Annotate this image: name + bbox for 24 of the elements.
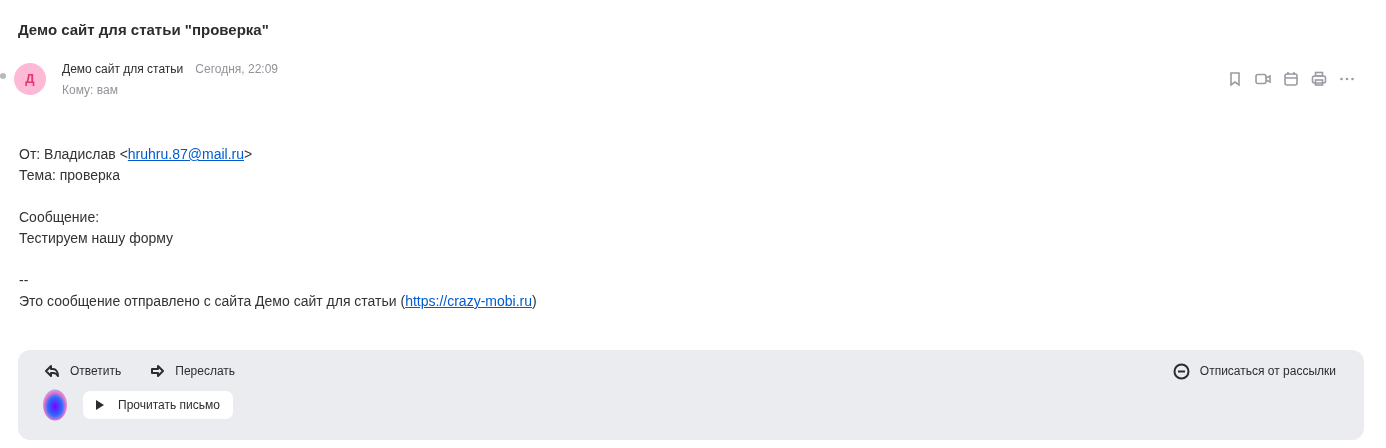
reply-icon bbox=[44, 363, 60, 379]
email-link[interactable]: hruhru.87@mail.ru bbox=[127, 146, 244, 162]
forward-button[interactable]: Переслать bbox=[149, 361, 236, 381]
read-aloud-button[interactable]: Прочитать письмо bbox=[83, 391, 233, 419]
email-link[interactable]: https://crazy-mobi.ru bbox=[405, 293, 532, 309]
calendar-icon[interactable] bbox=[1282, 70, 1300, 88]
body-text: Тестируем нашу форму bbox=[19, 229, 174, 248]
printer-icon[interactable] bbox=[1310, 70, 1328, 88]
minus-circle-icon bbox=[1172, 362, 1190, 380]
body-text: Это сообщение отправлено с сайта Демо сайт для статьи (https://crazy-mobi.ru) bbox=[19, 292, 537, 311]
email-subject: Демо сайт для статьи "проверка" bbox=[18, 20, 269, 40]
body-text: Сообщение: bbox=[19, 208, 100, 227]
body-text: Тема: проверка bbox=[19, 166, 120, 185]
dot-icon bbox=[0, 73, 6, 79]
assistant-orb-icon[interactable] bbox=[42, 389, 68, 421]
recipient-text: Кому: вам bbox=[62, 82, 119, 98]
body-text: От: Владислав <hruhru.87@mail.ru> bbox=[19, 145, 253, 164]
forward-icon bbox=[149, 363, 166, 379]
sender-name[interactable]: Демо сайт для статьи bbox=[62, 61, 184, 77]
unsubscribe-button[interactable]: Отписаться от рассылки bbox=[1172, 361, 1336, 381]
message-date: Сегодня, 22:09 bbox=[195, 61, 278, 77]
play-icon bbox=[96, 400, 104, 410]
reply-button[interactable]: Ответить bbox=[44, 361, 122, 381]
body-text: -- bbox=[19, 271, 29, 290]
